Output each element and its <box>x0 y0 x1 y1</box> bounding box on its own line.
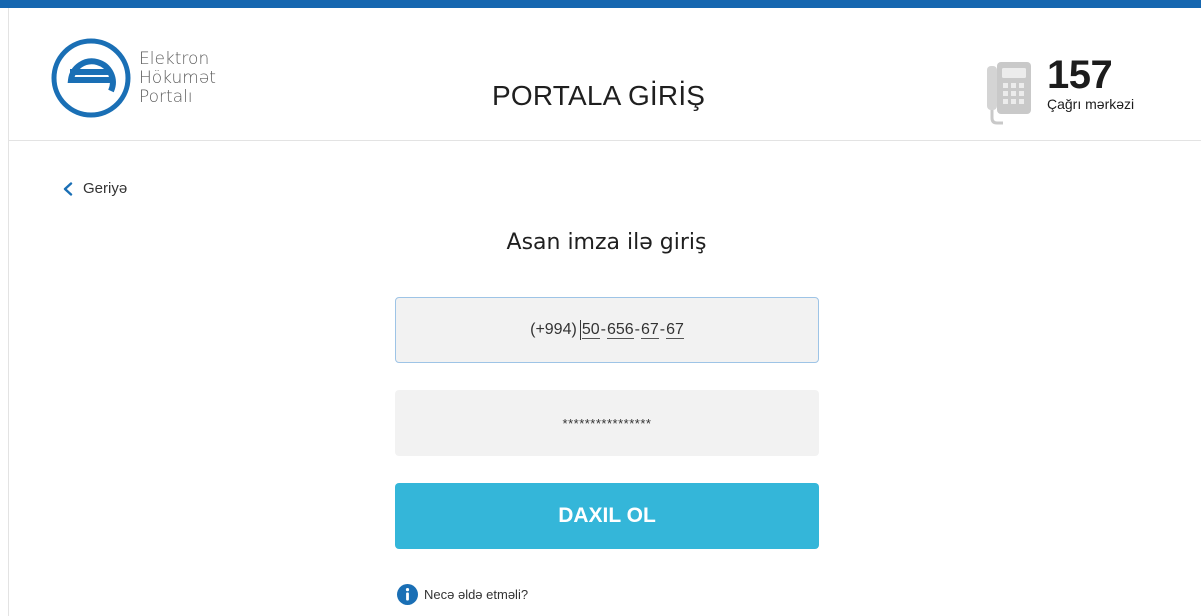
chevron-left-icon <box>63 181 73 196</box>
back-link[interactable]: Geriyə <box>62 180 127 197</box>
top-stripe <box>0 0 1201 8</box>
phone-dash: - <box>634 321 640 338</box>
logo-wordmark: Elektron Hökumət Portalı <box>139 48 216 107</box>
phone-part-operator: 50 <box>581 321 600 339</box>
how-to-get-label: Necə əldə etməli? <box>424 587 529 602</box>
e-gov-logo-icon <box>51 38 131 118</box>
site-header: Elektron Hökumət Portalı PORTALA GİRİŞ 1… <box>8 8 1201 141</box>
call-center-number: 157 <box>1047 53 1113 97</box>
user-id-input[interactable]: **************** <box>395 390 819 456</box>
call-center[interactable]: 157 Çağrı mərkəzi <box>985 53 1135 126</box>
logo-line-1: Elektron <box>139 48 210 69</box>
text-caret <box>579 320 581 340</box>
phone-prefix: (+994) <box>530 321 577 338</box>
logo-line-2: Hökumət <box>139 67 216 88</box>
phone-number-input[interactable]: (+994) 50 - 656 - 67 - 67 <box>395 297 819 363</box>
logo-line-3: Portalı <box>139 86 193 107</box>
phone-dash: - <box>600 321 606 338</box>
back-link-label: Geriyə <box>83 180 128 197</box>
info-icon <box>397 584 418 605</box>
phone-dash: - <box>659 321 666 338</box>
phone-part-3: 67 <box>666 321 684 339</box>
call-center-text: 157 Çağrı mərkəzi <box>1047 53 1135 112</box>
page-title: PORTALA GİRİŞ <box>492 80 706 111</box>
how-to-get-link[interactable]: Necə əldə etməli? <box>397 584 528 605</box>
portal-logo[interactable]: Elektron Hökumət Portalı <box>49 36 216 120</box>
call-center-label: Çağrı mərkəzi <box>1047 96 1135 112</box>
phone-part-2: 67 <box>640 321 659 339</box>
phone-icon <box>987 62 1031 125</box>
phone-part-1: 656 <box>606 321 634 339</box>
user-id-masked-value: **************** <box>562 415 652 431</box>
login-form-title: Asan imza ilə giriş <box>506 230 707 255</box>
left-divider <box>8 141 9 616</box>
login-button[interactable]: DAXIL OL <box>395 483 819 549</box>
